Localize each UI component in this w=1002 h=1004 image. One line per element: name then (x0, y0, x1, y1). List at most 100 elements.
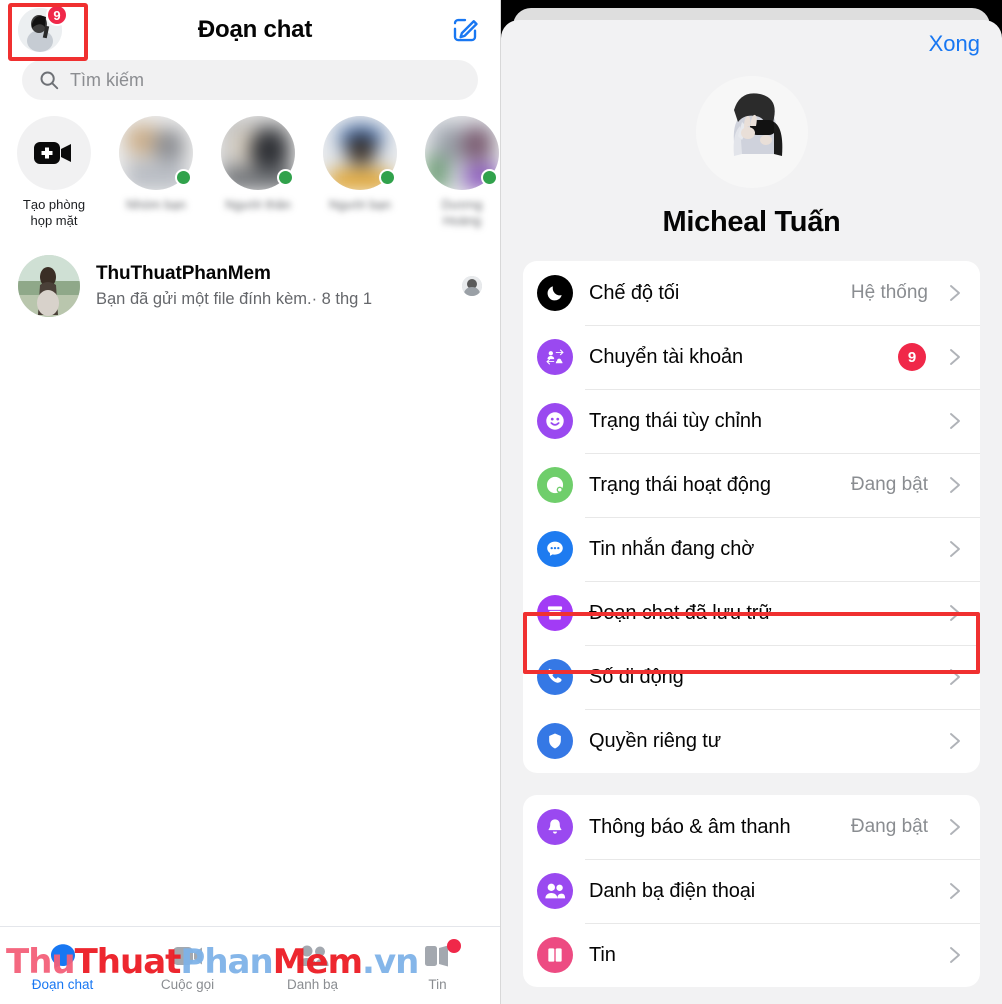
chevron-right-icon (948, 945, 962, 965)
story-item[interactable]: Nhóm bạn (116, 116, 196, 229)
chat-avatar (18, 255, 80, 317)
chat-snippet: Bạn đã gửi một file đính kèm.· 8 thg 1 (96, 290, 373, 308)
setting-label: Trạng thái tùy chỉnh (589, 409, 762, 432)
chevron-right-icon (948, 881, 962, 901)
search-icon (40, 71, 59, 90)
setting-label: Chuyển tài khoản (589, 345, 744, 368)
online-indicator (175, 169, 192, 186)
story-label: Người thân (225, 197, 291, 212)
profile-avatar-image (695, 76, 808, 188)
settings-sheet-panel: Xong Micheal Tuấn Chế độ tối Hệ thống Ch… (501, 0, 1002, 1004)
profile-name: Micheal Tuấn (662, 206, 841, 238)
moon-icon (537, 275, 573, 311)
story-item[interactable]: Người thân (218, 116, 298, 229)
story-label: Dương Hoàng (441, 197, 483, 228)
chat-text-block: ThuThuatPhanMem Bạn đã gửi một file đính… (96, 262, 446, 310)
message-dots-icon (537, 531, 573, 567)
story-create-room[interactable]: Tạo phòng họp mặt (14, 116, 94, 229)
page-title: Đoạn chat (197, 16, 313, 43)
video-plus-glyph (34, 142, 71, 164)
done-button[interactable]: Xong (929, 31, 980, 57)
setting-row-phone-contacts[interactable]: Danh bạ điện thoại (523, 859, 980, 923)
setting-row-stories[interactable]: Tin (523, 923, 980, 987)
setting-row-privacy[interactable]: Quyền riêng tư (523, 709, 980, 773)
chevron-right-icon (948, 731, 962, 751)
setting-row-mobile-number[interactable]: Số di động (523, 645, 980, 709)
chevron-right-icon (948, 603, 962, 623)
watermark: ThuThuatPhanMem.vn (6, 942, 419, 982)
stories-book-icon (537, 937, 573, 973)
setting-row-active-status[interactable]: Trạng thái hoạt động Đang bật (523, 453, 980, 517)
search-input[interactable]: Tìm kiếm (22, 60, 478, 100)
switch-account-icon (537, 339, 573, 375)
profile-block: Micheal Tuấn (501, 68, 1002, 261)
setting-label: Thông báo & âm thanh (589, 815, 791, 838)
active-status-icon (537, 467, 573, 503)
settings-sheet: Xong Micheal Tuấn Chế độ tối Hệ thống Ch… (501, 20, 1002, 1004)
chat-name: ThuThuatPhanMem (96, 263, 271, 284)
setting-row-message-requests[interactable]: Tin nhắn đang chờ (523, 517, 980, 581)
stories-unread-dot (446, 938, 461, 953)
setting-value: Hệ thống (850, 282, 928, 303)
chevron-right-icon (948, 347, 962, 367)
setting-label: Số di động (589, 665, 684, 688)
story-item[interactable]: Người bạn (320, 116, 400, 229)
setting-row-switch-account[interactable]: Chuyển tài khoản 9 (523, 325, 980, 389)
seen-receipt-image (462, 276, 482, 296)
story-label: Tạo phòng họp mặt (22, 197, 86, 228)
chevron-right-icon (948, 283, 962, 303)
story-item[interactable]: Dương Hoàng (422, 116, 500, 229)
settings-group-1: Chế độ tối Hệ thống Chuyển tài khoản 9 T… (523, 261, 980, 773)
people-icon (537, 873, 573, 909)
profile-avatar[interactable] (695, 76, 808, 188)
sheet-topbar: Xong (501, 20, 1002, 68)
profile-avatar-button[interactable]: 9 (18, 4, 68, 52)
chevron-right-icon (948, 475, 962, 495)
watermark-part-5: .vn (362, 942, 419, 982)
watermark-part-3: Phan (180, 942, 273, 982)
setting-label: Chế độ tối (589, 281, 680, 304)
chevron-right-icon (948, 411, 962, 431)
chat-list: ThuThuatPhanMem Bạn đã gửi một file đính… (0, 237, 500, 327)
chevron-right-icon (948, 667, 962, 687)
setting-row-dark-mode[interactable]: Chế độ tối Hệ thống (523, 261, 980, 325)
video-plus-icon (17, 116, 91, 190)
setting-value: Đang bật (850, 816, 928, 837)
watermark-part-1: Thu (6, 942, 76, 982)
setting-badge: 9 (898, 343, 926, 371)
online-indicator (481, 169, 498, 186)
setting-label: Trạng thái hoạt động (589, 473, 771, 496)
setting-label: Tin (589, 943, 616, 966)
chat-row[interactable]: ThuThuatPhanMem Bạn đã gửi một file đính… (0, 245, 500, 327)
story-label: Người bạn (328, 197, 392, 212)
setting-row-archived-chats[interactable]: Đoạn chat đã lưu trữ (523, 581, 980, 645)
watermark-part-2: Thuat (74, 942, 182, 982)
setting-value: Đang bật (850, 474, 928, 495)
online-indicator (379, 169, 396, 186)
shield-icon (537, 723, 573, 759)
setting-label: Danh bạ điện thoại (589, 879, 756, 902)
chat-avatar-image (18, 255, 80, 317)
avatar-unread-badge: 9 (46, 4, 68, 26)
seen-receipt-avatar (462, 276, 482, 296)
setting-label: Đoạn chat đã lưu trữ (589, 601, 772, 624)
search-placeholder: Tìm kiếm (70, 69, 144, 90)
chevron-right-icon (948, 539, 962, 559)
setting-label: Quyền riêng tư (589, 729, 722, 752)
compose-pencil-icon[interactable] (448, 13, 482, 47)
chevron-right-icon (948, 817, 962, 837)
setting-row-notifications[interactable]: Thông báo & âm thanh Đang bật (523, 795, 980, 859)
setting-label: Tin nhắn đang chờ (589, 537, 755, 560)
messenger-chat-list-panel: 9 Đoạn chat Tìm kiếm Tạo phòng họp mặt N… (0, 0, 501, 1004)
nav-label: Tin (428, 976, 447, 992)
smiley-icon (537, 403, 573, 439)
phone-icon (537, 659, 573, 695)
watermark-part-4: Mem (272, 942, 363, 982)
online-indicator (277, 169, 294, 186)
bell-icon (537, 809, 573, 845)
search-row: Tìm kiếm (0, 60, 500, 100)
settings-group-2: Thông báo & âm thanh Đang bật Danh bạ đi… (523, 795, 980, 987)
setting-row-custom-status[interactable]: Trạng thái tùy chỉnh (523, 389, 980, 453)
stories-row[interactable]: Tạo phòng họp mặt Nhóm bạn Người thân Ng… (0, 100, 500, 237)
archive-box-icon (537, 595, 573, 631)
